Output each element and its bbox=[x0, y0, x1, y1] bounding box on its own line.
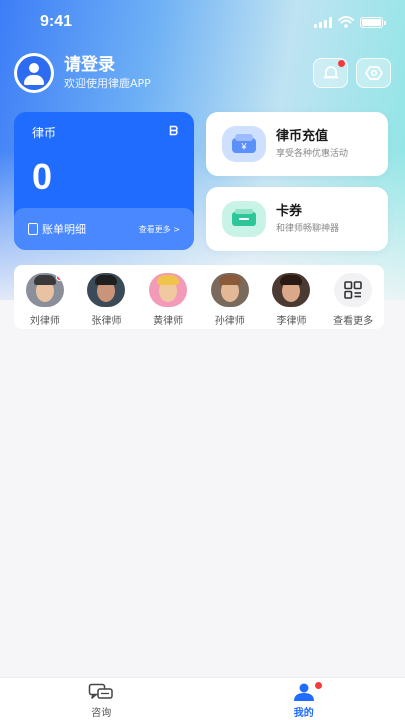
lawyer-name: 刘律师 bbox=[29, 316, 60, 327]
notification-badge bbox=[338, 60, 345, 67]
person-icon bbox=[293, 683, 314, 701]
lawyer-avatar bbox=[25, 273, 64, 307]
lawyer-avatar bbox=[87, 273, 126, 307]
tab-consult-label: 咨询 bbox=[91, 708, 112, 719]
lawyer-item-liu[interactable]: 刘律师 bbox=[20, 273, 70, 329]
grid-icon bbox=[334, 273, 373, 307]
new-message-badge bbox=[55, 274, 63, 281]
lawyer-avatar bbox=[210, 273, 249, 307]
lawyer-avatar bbox=[149, 273, 188, 307]
wifi-icon bbox=[338, 16, 354, 28]
tab-mine-label: 我的 bbox=[293, 708, 314, 719]
avatar[interactable] bbox=[14, 53, 54, 93]
settings-button[interactable] bbox=[356, 58, 391, 88]
signal-icon bbox=[314, 16, 332, 28]
settings-hexagon-icon bbox=[364, 66, 383, 80]
coin-title: 律币 bbox=[32, 126, 57, 140]
status-time: 9:41 bbox=[40, 13, 73, 30]
tab-mine[interactable]: 我的 bbox=[203, 678, 405, 720]
notifications-button[interactable] bbox=[313, 58, 348, 88]
coupon-text: 卡券 和律师畅聊神器 bbox=[276, 202, 339, 236]
lawyer-avatar bbox=[272, 273, 311, 307]
view-more-label: 查看更多 bbox=[333, 316, 374, 327]
lawyer-item-li[interactable]: 李律师 bbox=[266, 273, 316, 329]
coin-card-footer: 账单明细 查看更多 > bbox=[14, 208, 194, 250]
lawyers-view-more[interactable]: 查看更多 bbox=[328, 273, 378, 329]
coupon-title: 卡券 bbox=[276, 204, 303, 219]
svg-text:¥: ¥ bbox=[240, 142, 247, 152]
coupon-card[interactable]: 卡券 和律师畅聊神器 bbox=[206, 187, 388, 251]
user-info[interactable]: 请登录 欢迎使用律鹿APP bbox=[64, 54, 151, 92]
lawyer-name: 黄律师 bbox=[153, 316, 184, 327]
lawyer-item-sun[interactable]: 孙律师 bbox=[205, 273, 255, 329]
status-icons bbox=[314, 16, 386, 28]
tab-mine-badge bbox=[314, 682, 322, 689]
bell-icon bbox=[323, 66, 338, 79]
user-icon bbox=[17, 56, 51, 90]
lawyer-list: 刘律师 张律师 黄律师 孙律师 李律师 查看更多 bbox=[14, 265, 384, 329]
chat-bubbles-icon bbox=[89, 683, 113, 699]
lawyer-name: 孙律师 bbox=[214, 316, 245, 327]
status-bar: 9:41 bbox=[0, 0, 405, 44]
recharge-text: 律币充值 享受各种优惠活动 bbox=[276, 127, 348, 161]
lawyer-name: 李律师 bbox=[276, 316, 307, 327]
document-icon bbox=[28, 223, 38, 235]
lawyer-item-zhang[interactable]: 张律师 bbox=[81, 273, 131, 329]
coin-view-more-link[interactable]: 查看更多 > bbox=[139, 224, 180, 235]
recharge-subtitle: 享受各种优惠活动 bbox=[276, 149, 349, 159]
bill-details-label: 账单明细 bbox=[42, 223, 86, 236]
wallet-icon: ¥ bbox=[222, 126, 266, 162]
ticket-icon bbox=[222, 201, 266, 237]
bill-details-link[interactable]: 账单明细 bbox=[28, 221, 86, 237]
coin-symbol-icon: ᗷ bbox=[169, 124, 178, 138]
coin-card[interactable]: 律币 ᗷ 0 账单明细 查看更多 > bbox=[14, 112, 194, 250]
battery-icon bbox=[360, 16, 386, 28]
coupon-subtitle: 和律师畅聊神器 bbox=[276, 224, 340, 234]
login-prompt[interactable]: 请登录 bbox=[64, 54, 151, 76]
header-actions bbox=[313, 58, 391, 88]
lawyer-name: 张律师 bbox=[91, 316, 122, 327]
recharge-title: 律币充值 bbox=[276, 129, 329, 144]
welcome-text: 欢迎使用律鹿APP bbox=[64, 77, 151, 90]
tab-consult[interactable]: 咨询 bbox=[0, 678, 203, 720]
recharge-card[interactable]: ¥ 律币充值 享受各种优惠活动 bbox=[206, 112, 388, 176]
coin-balance: 0 bbox=[32, 156, 53, 197]
user-header: 请登录 欢迎使用律鹿APP bbox=[14, 52, 391, 94]
bottom-tab-bar: 咨询 我的 bbox=[0, 677, 405, 720]
lawyer-item-huang[interactable]: 黄律师 bbox=[143, 273, 193, 329]
